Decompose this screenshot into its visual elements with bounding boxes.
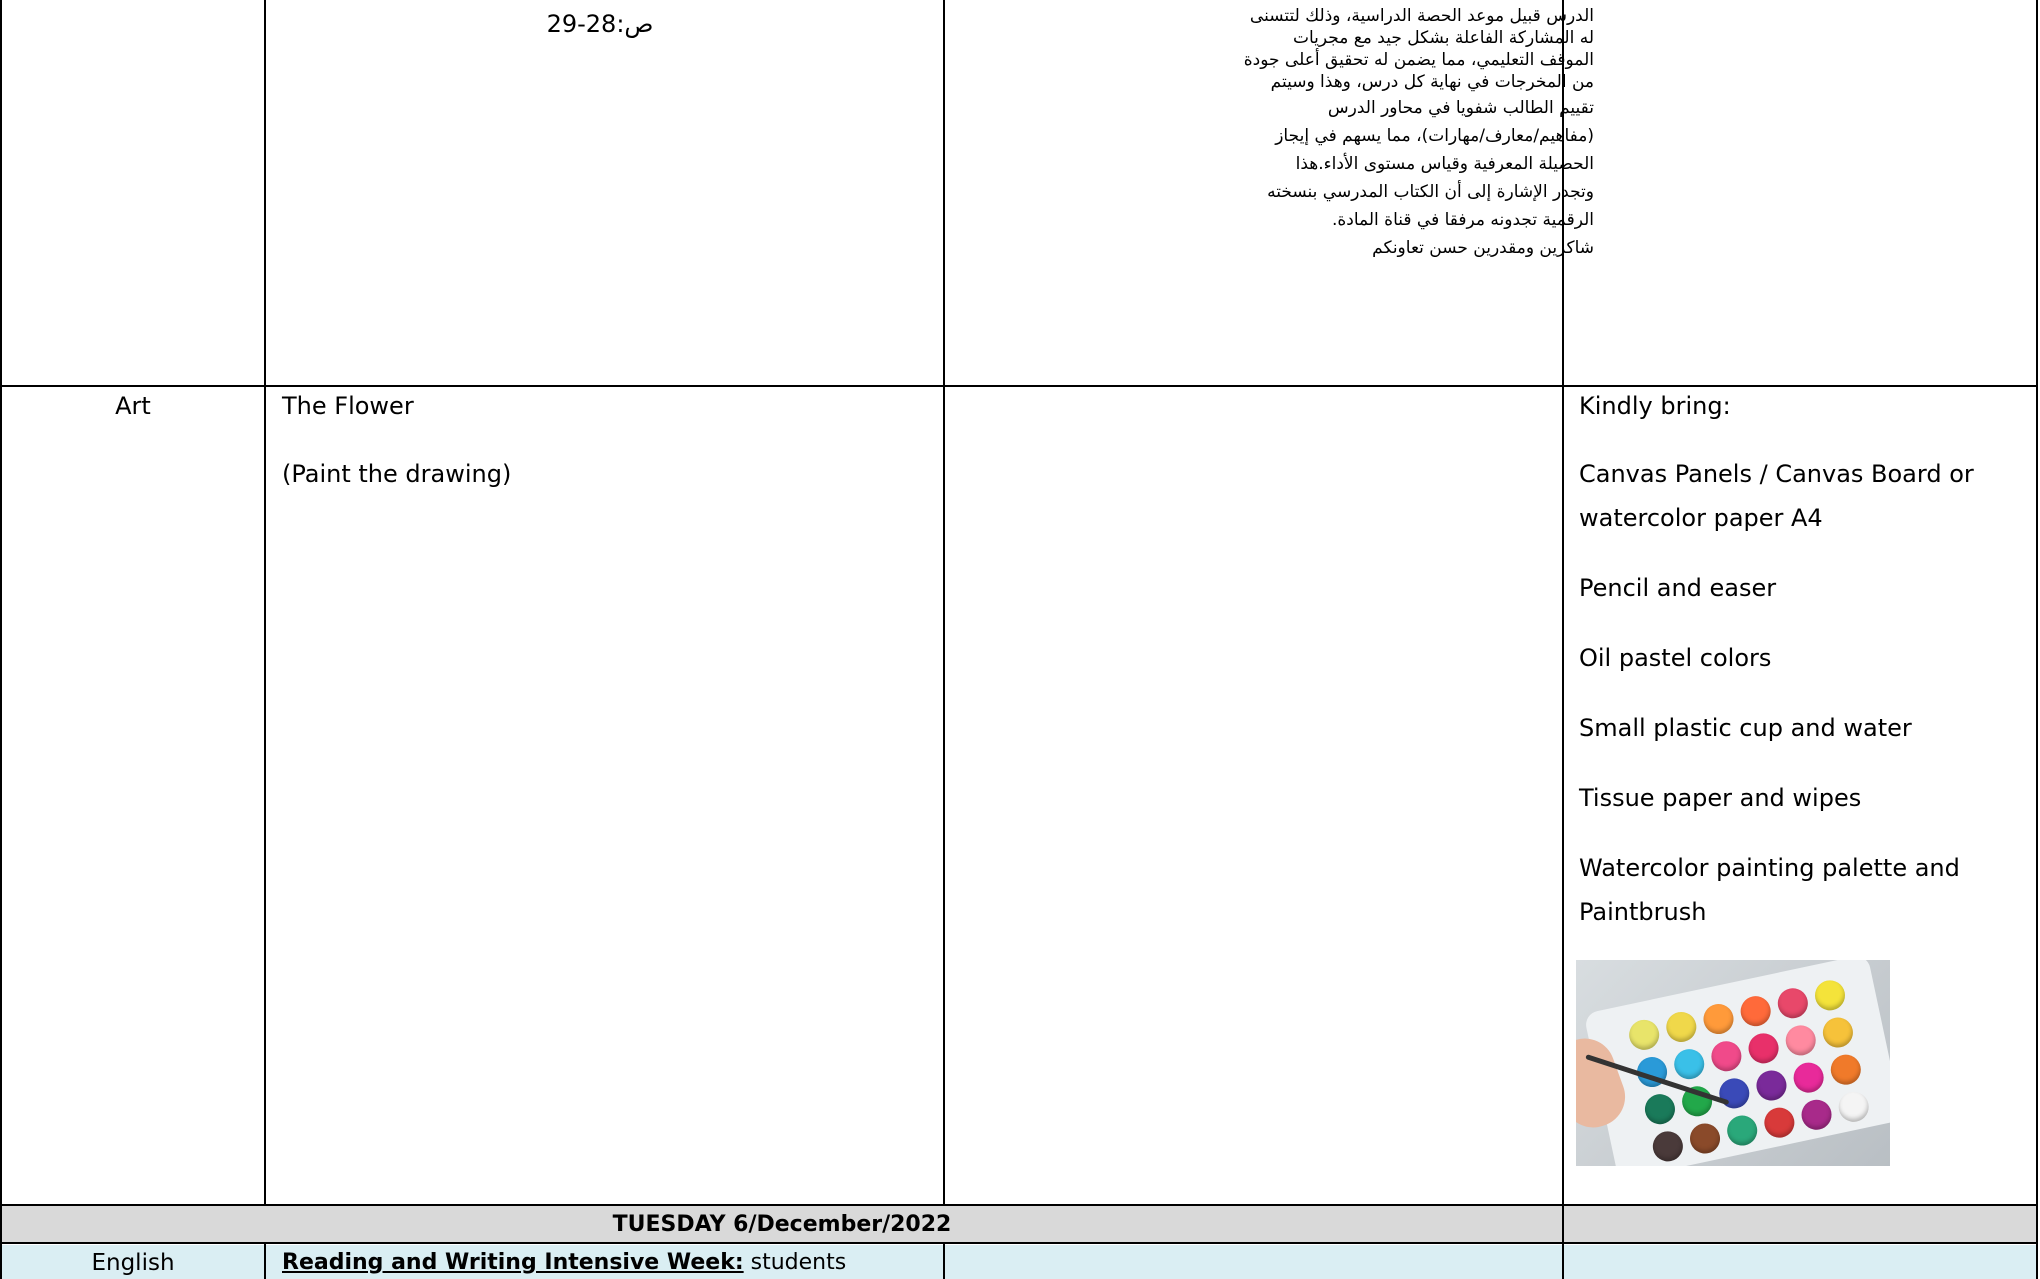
grid-line [0, 0, 2, 1279]
material-item: Tissue paper and wipes [1579, 784, 1862, 812]
paint-well [1812, 977, 1848, 1014]
paint-well [1828, 1051, 1864, 1088]
arabic-note-line: تقييم الطالب شفويا في محاور الدرس [1327, 98, 1594, 118]
subject-english: English [91, 1250, 175, 1276]
material-item: Canvas Panels / Canvas Board or [1579, 460, 1974, 488]
paint-well [1790, 1059, 1827, 1096]
arabic-note-line: من المخرجات في نهاية كل درس، وهذا وسيتم [1270, 72, 1594, 92]
arabic-note-line: وتجدر الإشارة إلى أن الكتاب المدرسي بنسخ… [1267, 182, 1594, 202]
paint-well [1782, 1022, 1819, 1059]
english-lesson-title: Reading and Writing Intensive Week: [282, 1250, 744, 1275]
arabic-note-line: الرقمية تجدونه مرفقا في قناة المادة. [1331, 210, 1594, 230]
arabic-note-line: الحصيلة المعرفية وقياس مستوى الأداء.هذا [1295, 154, 1594, 174]
paint-well [1716, 1075, 1753, 1112]
arabic-note-line: (مفاهيم/معارف/مهارات)، مما يسهم في إيجاز [1275, 126, 1594, 146]
material-item: Oil pastel colors [1579, 644, 1772, 672]
paint-well [1724, 1112, 1760, 1149]
grid-line [0, 1204, 2038, 1206]
english-lesson-rest: students [743, 1250, 847, 1275]
palette-tray [1583, 960, 1890, 1166]
grid-line [0, 385, 2038, 387]
arabic-note-line: الدرس قبيل موعد الحصة الدراسية، وذلك لتت… [1249, 6, 1594, 26]
material-item: Small plastic cup and water [1579, 714, 1912, 742]
arabic-note-line: الموقف التعليمي، مما يضمن له تحقيق أعلى … [1243, 50, 1594, 70]
paint-well [1761, 1104, 1798, 1141]
english-lesson: Reading and Writing Intensive Week: stud… [282, 1250, 846, 1275]
material-item: Pencil and easer [1579, 574, 1777, 602]
grid-line [0, 1242, 2038, 1244]
material-item: watercolor paper A4 [1579, 504, 1823, 532]
paint-well [1687, 1120, 1723, 1157]
paint-well [1820, 1014, 1856, 1051]
paint-well [1626, 1017, 1662, 1053]
grid-line [943, 0, 945, 1206]
lesson-title: The Flower [282, 392, 414, 420]
grid-line [2036, 0, 2038, 1279]
arabic-note-line: له المشاركة الفاعلة بشكل جيد مع مجريات [1292, 28, 1594, 48]
grid-line [264, 0, 266, 1206]
grid-line [943, 1243, 945, 1279]
paint-well [1753, 1067, 1790, 1104]
paint-well [1700, 1001, 1737, 1037]
paint-well [1798, 1096, 1835, 1133]
paint-well [1775, 985, 1811, 1022]
subject-art: Art [115, 392, 151, 420]
page-reference: ص:28-29 [546, 10, 654, 38]
material-item: Paintbrush [1579, 898, 1707, 926]
paint-well [1671, 1046, 1708, 1082]
material-item: Watercolor painting palette and [1579, 854, 1960, 882]
watercolor-palette-image [1576, 960, 1890, 1166]
paint-well [1650, 1128, 1686, 1165]
grid-line [264, 1243, 266, 1279]
paint-well [1663, 1009, 1700, 1045]
day-header: TUESDAY 6/December/2022 [612, 1212, 952, 1237]
paint-well [1708, 1038, 1745, 1075]
materials-heading: Kindly bring: [1579, 392, 1731, 420]
paint-well [1835, 1089, 1872, 1125]
arabic-note-line: شاكرين ومقدرين حسن تعاونكم [1372, 238, 1594, 258]
paint-well [1737, 993, 1774, 1029]
paint-well [1642, 1091, 1678, 1127]
paint-well [1745, 1030, 1782, 1067]
lesson-note: (Paint the drawing) [282, 460, 512, 488]
lesson-plan-table: ص:28-29 الدرس قبيل موعد الحصة الدراسية، … [0, 0, 2040, 1279]
